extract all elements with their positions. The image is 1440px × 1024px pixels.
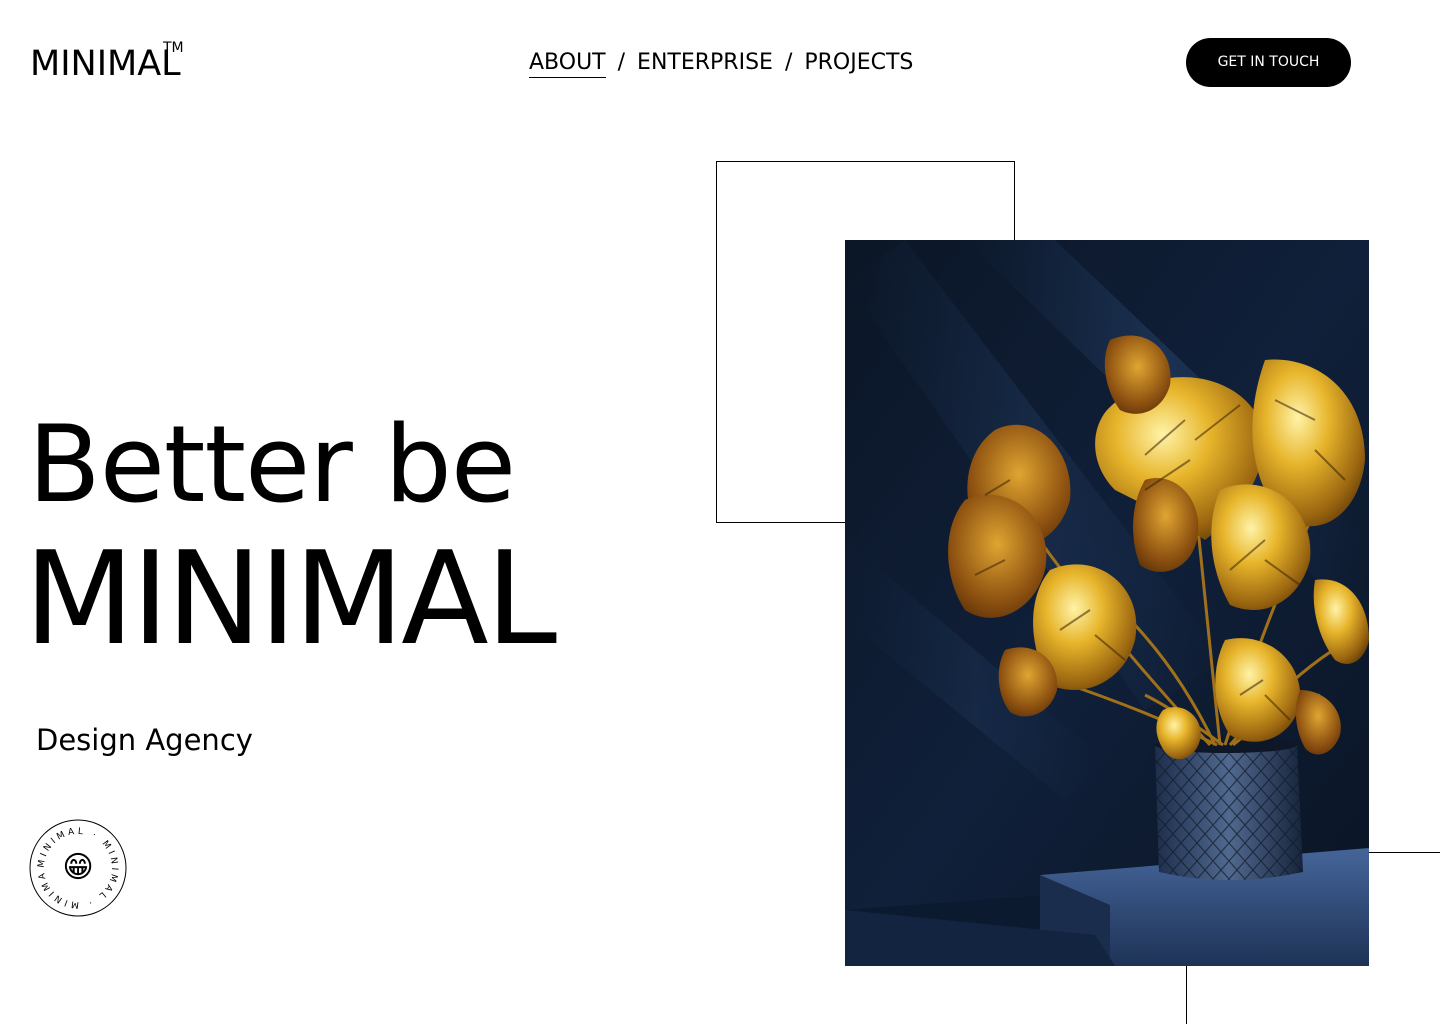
badge-ring-icon: MINIMAL · MINIMAL · MINIMAL · 😁: [25, 812, 127, 917]
nav-item-enterprise[interactable]: ENTERPRISE: [637, 48, 773, 78]
golden-plant-illustration: [845, 240, 1369, 966]
hero-subtitle: Design Agency: [36, 723, 253, 757]
grinning-face-icon: 😁: [62, 850, 93, 885]
minimal-badge[interactable]: MINIMAL · MINIMAL · MINIMAL · 😁: [25, 812, 127, 917]
hero-image-plant: [845, 240, 1369, 966]
main-nav: ABOUT / ENTERPRISE / PROJECTS: [529, 48, 913, 78]
brand-logo-text: MINIMAL: [30, 44, 181, 84]
nav-separator: /: [784, 50, 793, 75]
get-in-touch-button[interactable]: GET IN TOUCH: [1186, 38, 1351, 87]
nav-separator: /: [617, 50, 626, 75]
decorative-line-vertical: [1186, 966, 1187, 1024]
hero-heading-line1: Better be: [28, 403, 516, 526]
nav-item-projects[interactable]: PROJECTS: [804, 48, 913, 78]
trademark-mark: TM: [163, 40, 184, 56]
brand-logo[interactable]: MINIMAL TM: [30, 40, 184, 84]
decorative-line-horizontal: [1368, 852, 1440, 853]
nav-item-about[interactable]: ABOUT: [529, 49, 606, 78]
hero-heading-line2: MINIMAL: [24, 525, 557, 674]
